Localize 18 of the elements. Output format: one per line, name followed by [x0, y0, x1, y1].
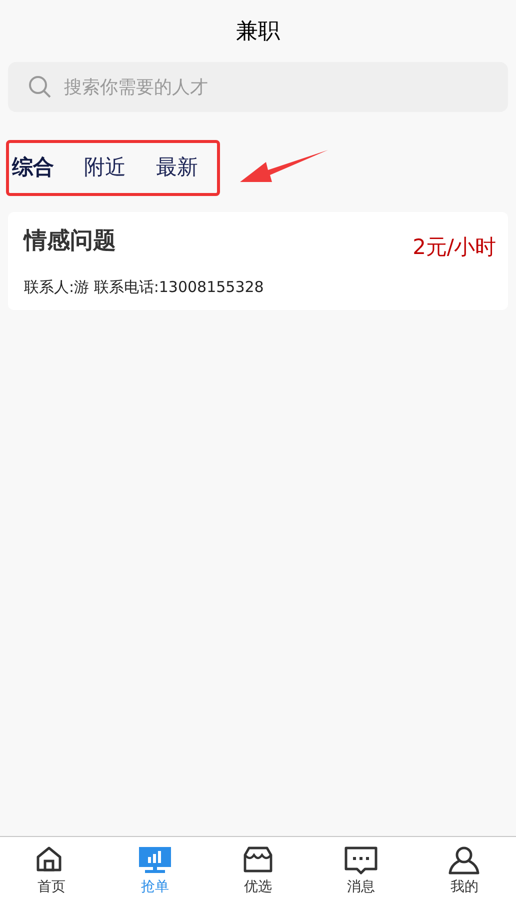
job-title: 情感问题	[24, 227, 116, 256]
bar-chart-icon	[138, 845, 172, 875]
nav-tab[interactable]: 优选	[206, 837, 310, 906]
user-icon	[447, 845, 482, 875]
contact-info: 联系人:游 联系电话:13008155328	[24, 276, 264, 298]
page-title: 兼职	[236, 18, 280, 46]
filter-tab[interactable]: 综合	[12, 152, 54, 184]
storefront-icon	[241, 845, 275, 875]
nav-tab[interactable]: 消息	[310, 837, 413, 906]
nav-tab[interactable]: 首页	[0, 837, 104, 906]
filter-tab[interactable]: 附近	[84, 152, 126, 184]
search-icon	[28, 75, 52, 99]
search-field[interactable]: 搜索你需要的人才	[8, 62, 508, 112]
job-card[interactable]: 情感问题 2元/小时 联系人:游 联系电话:13008155328	[8, 212, 508, 310]
filter-tab[interactable]: 最新	[156, 152, 198, 184]
message-icon	[344, 845, 378, 875]
job-price: 2元/小时	[412, 234, 496, 261]
nav-tab[interactable]: 我的	[412, 837, 516, 906]
